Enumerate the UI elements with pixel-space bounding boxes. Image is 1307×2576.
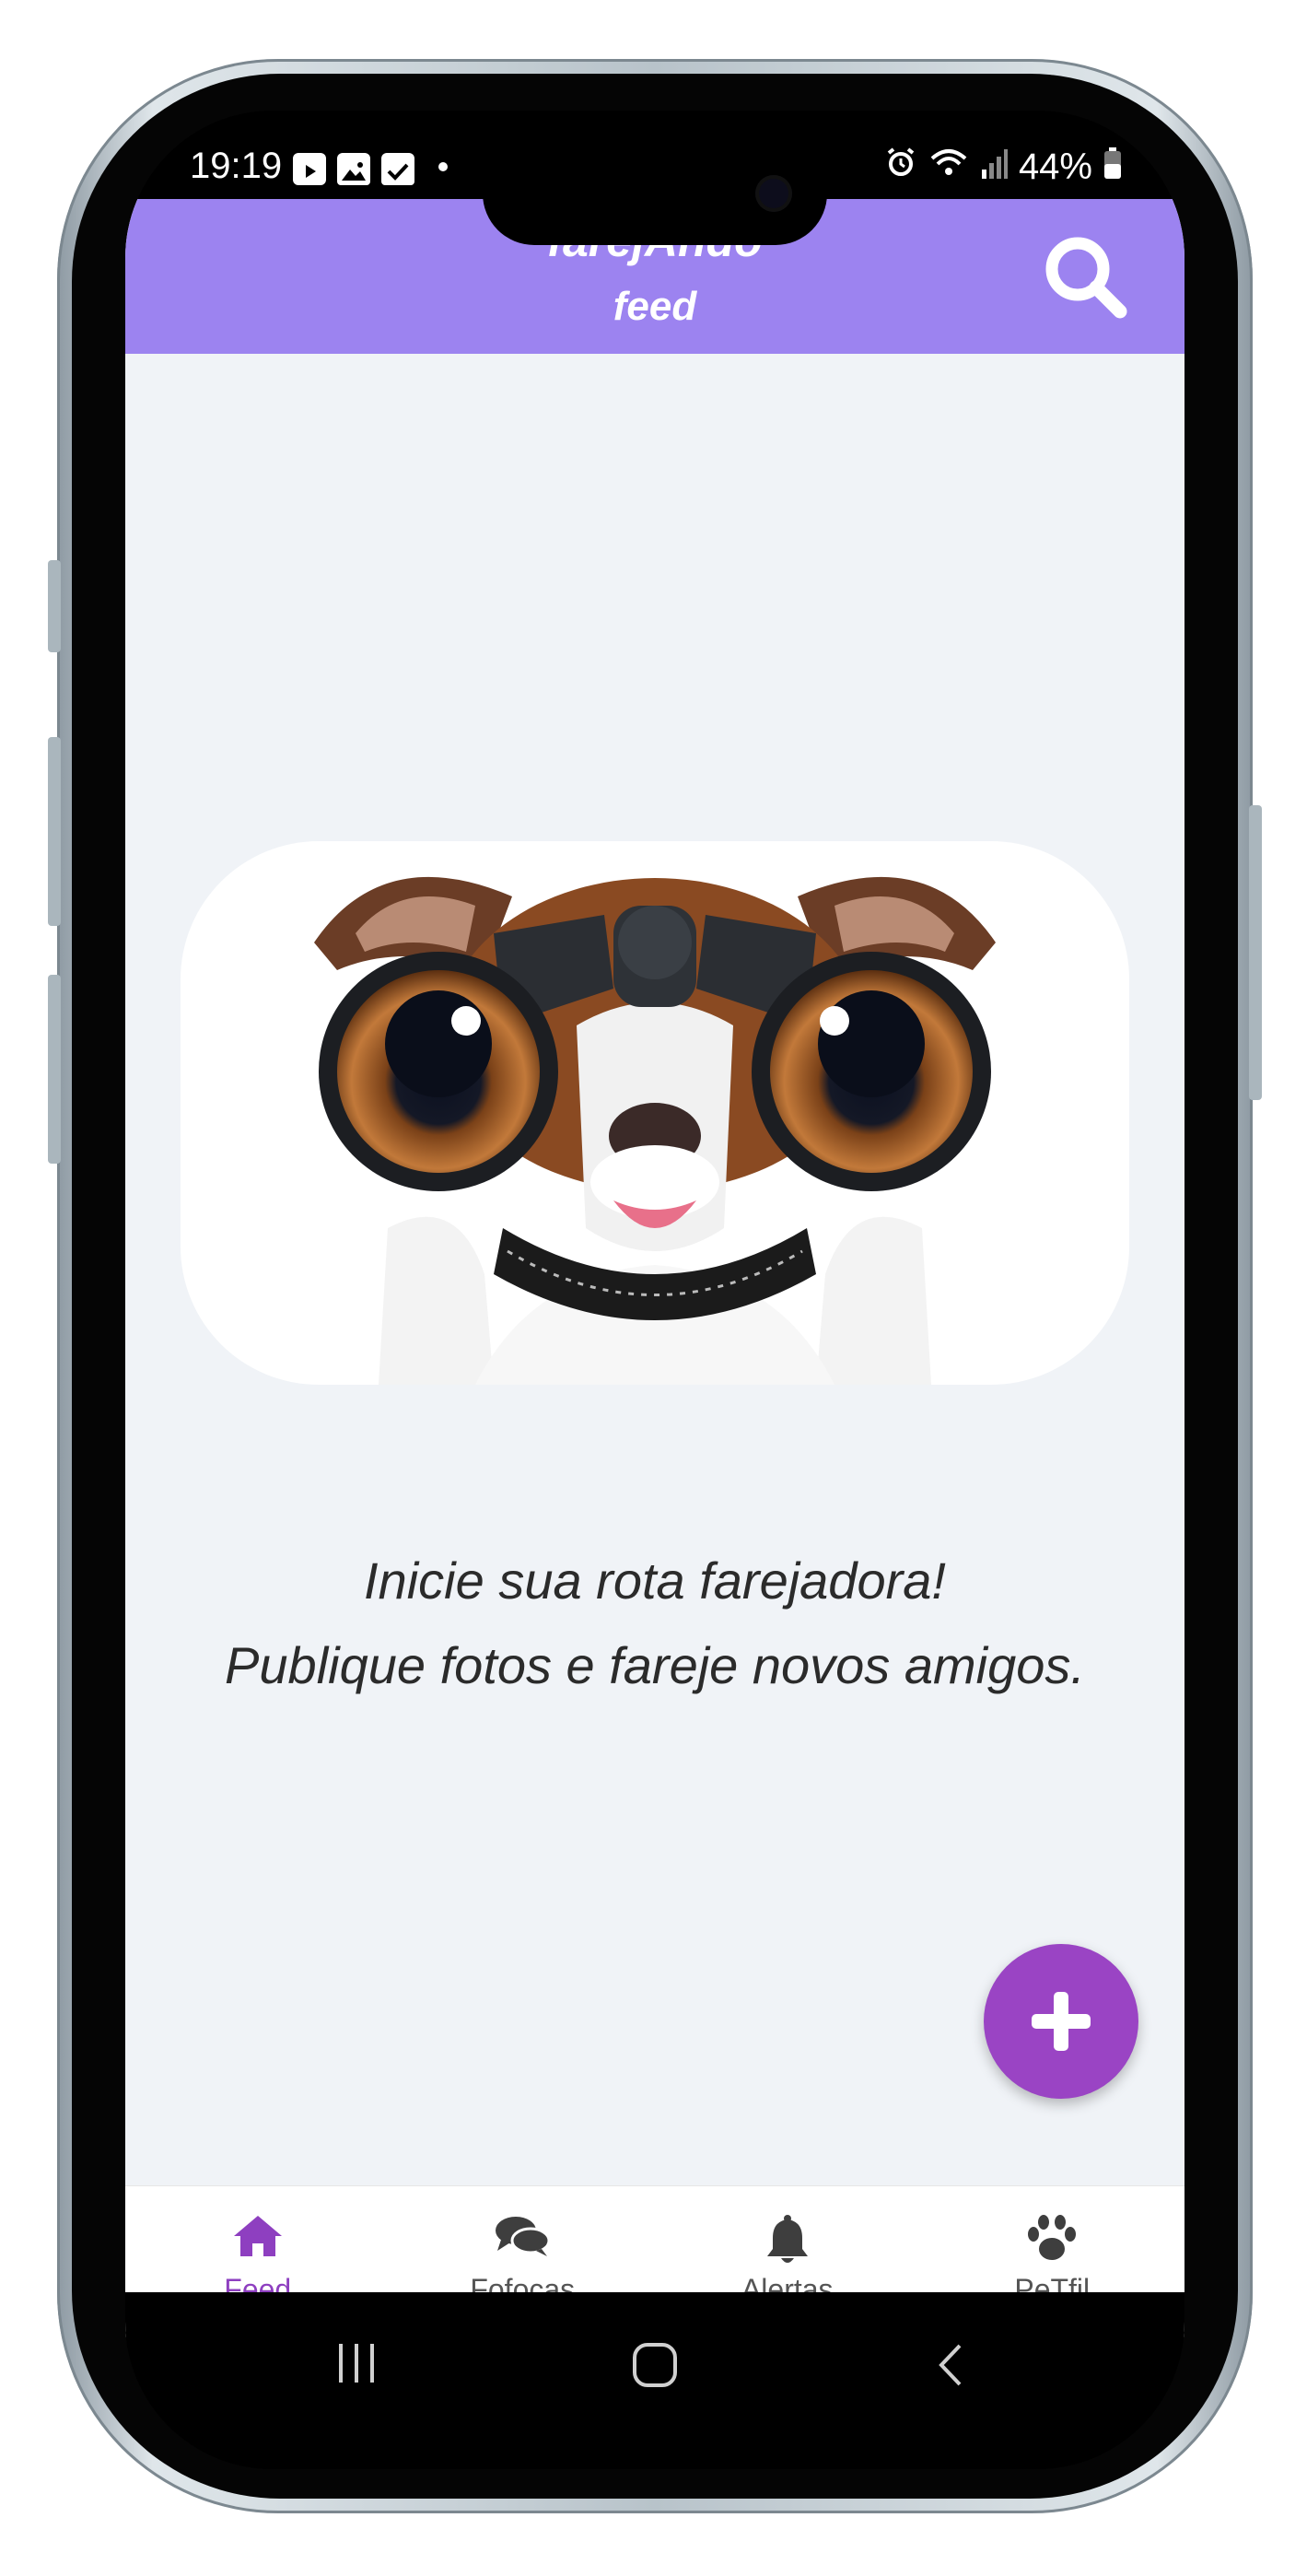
power-button [1249, 805, 1262, 1100]
volume-up-button [48, 737, 61, 926]
plus-icon [1032, 1992, 1091, 2051]
feed-screen: farejAndo feed [125, 199, 1184, 2337]
message-line-2: Publique fotos e fareje novos amigos. [225, 1636, 1085, 1694]
chat-bubbles-icon [496, 2217, 551, 2256]
dynamic-island [483, 142, 827, 245]
gallery-icon [337, 152, 371, 185]
signal-icon [980, 146, 1008, 188]
search-icon [1045, 237, 1127, 319]
system-navigation-bar [125, 2292, 1184, 2469]
message-line-1: Inicie sua rota farejadora! [364, 1551, 946, 1610]
youtube-icon [293, 152, 327, 185]
check-icon [381, 152, 415, 185]
alarm-icon [884, 146, 917, 188]
front-camera [755, 175, 792, 212]
home-icon [233, 2216, 282, 2256]
battery-percent: 44% [1018, 146, 1092, 187]
recents-icon[interactable] [333, 2340, 379, 2386]
status-time: 19:19 [190, 146, 283, 186]
side-button [48, 560, 61, 652]
dot-icon [438, 161, 449, 171]
volume-down-button [48, 975, 61, 1164]
wifi-icon [928, 146, 969, 188]
home-circle-icon[interactable] [630, 2340, 680, 2390]
search-button[interactable] [1039, 230, 1131, 322]
battery-icon [1103, 146, 1122, 188]
back-icon[interactable] [932, 2340, 969, 2390]
phone-screen: 19:19 44% feed Inicie sua rota farejador… [125, 111, 1184, 2469]
dog-binoculars-illustration [314, 876, 996, 1385]
page-title: feed [613, 284, 697, 329]
empty-feed-message: Inicie sua rota farejadora! Publique fot… [125, 1539, 1184, 1708]
paw-icon [1028, 2215, 1077, 2260]
add-post-button[interactable] [984, 1944, 1138, 2099]
bell-icon [766, 2215, 808, 2263]
hero-image [181, 841, 1129, 1385]
